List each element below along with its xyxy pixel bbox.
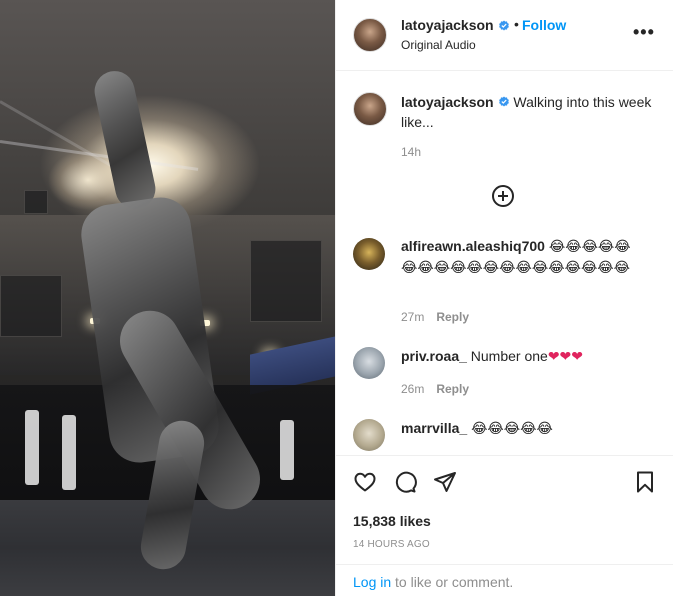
follow-button[interactable]: Follow <box>522 17 566 33</box>
author-avatar[interactable] <box>353 18 387 52</box>
audio-label[interactable]: Original Audio <box>401 38 476 52</box>
verified-badge-icon <box>498 96 509 107</box>
post-details-panel: latoyajackson • Follow Original Audio ••… <box>335 0 673 596</box>
more-options-icon[interactable]: ••• <box>633 22 655 43</box>
caption-time[interactable]: 14h <box>401 145 421 159</box>
comments-list[interactable]: latoyajackson Walking into this week lik… <box>336 70 673 455</box>
comment-username[interactable]: alfireawn.aleashiq700 <box>401 238 545 254</box>
plus-circle-icon[interactable] <box>492 185 514 207</box>
comment-username[interactable]: marrvilla_ <box>401 420 467 436</box>
window <box>0 275 62 337</box>
window <box>24 190 48 214</box>
light-beam <box>0 140 199 171</box>
likes-count[interactable]: 15,838 likes <box>353 513 431 529</box>
comment-time[interactable]: 26m <box>401 382 424 396</box>
commenter-avatar[interactable] <box>353 419 385 451</box>
comment: priv.roaa_ Number one❤❤❤ <box>401 346 656 367</box>
commenter-avatar[interactable] <box>353 347 385 379</box>
performer-arm <box>90 67 160 213</box>
window <box>250 240 322 322</box>
white-chair <box>62 415 76 490</box>
bookmark-icon[interactable] <box>633 470 657 494</box>
white-chair <box>280 420 294 480</box>
post-header: latoyajackson • Follow Original Audio ••… <box>336 0 673 71</box>
comment-text: Number one <box>470 348 548 364</box>
comment-time[interactable]: 27m <box>401 310 424 324</box>
caption-avatar[interactable] <box>353 92 387 126</box>
author-username[interactable]: latoyajackson <box>401 17 494 33</box>
login-prompt-text: Log in to like or comment. <box>353 574 513 590</box>
commenter-avatar[interactable] <box>353 238 385 270</box>
comment: alfireawn.aleashiq700 😂😂😂😂😂😂😂😂😂😂😂😂😂😂😂😂😂😂… <box>401 236 646 278</box>
comment-icon[interactable] <box>393 470 417 494</box>
post-video[interactable] <box>0 0 335 596</box>
caption: latoyajackson Walking into this week lik… <box>401 92 666 132</box>
reply-button[interactable]: Reply <box>436 382 469 396</box>
login-prompt: Log in to like or comment. <box>336 564 673 597</box>
comment-text: 😂😂😂😂😂 <box>471 421 553 437</box>
comment-meta: 26m Reply <box>401 382 469 396</box>
heart-icon[interactable] <box>353 470 377 494</box>
instagram-post: latoyajackson • Follow Original Audio ••… <box>0 0 673 596</box>
reply-button[interactable]: Reply <box>436 310 469 324</box>
heart-emojis: ❤❤❤ <box>547 349 584 365</box>
post-timestamp[interactable]: 14 HOURS AGO <box>353 539 430 550</box>
post-actions: 15,838 likes 14 HOURS AGO <box>336 455 673 565</box>
white-chair <box>25 410 39 485</box>
login-prompt-rest: to like or comment. <box>391 574 514 590</box>
caption-username[interactable]: latoyajackson <box>401 94 494 110</box>
share-icon[interactable] <box>433 470 457 494</box>
comment-meta: 27m Reply <box>401 310 469 324</box>
separator-dot: • <box>514 16 519 32</box>
login-link[interactable]: Log in <box>353 574 391 590</box>
comment: marrvilla_ 😂😂😂😂😂 <box>401 418 656 439</box>
comment-username[interactable]: priv.roaa_ <box>401 348 467 364</box>
verified-badge-icon <box>499 20 509 31</box>
